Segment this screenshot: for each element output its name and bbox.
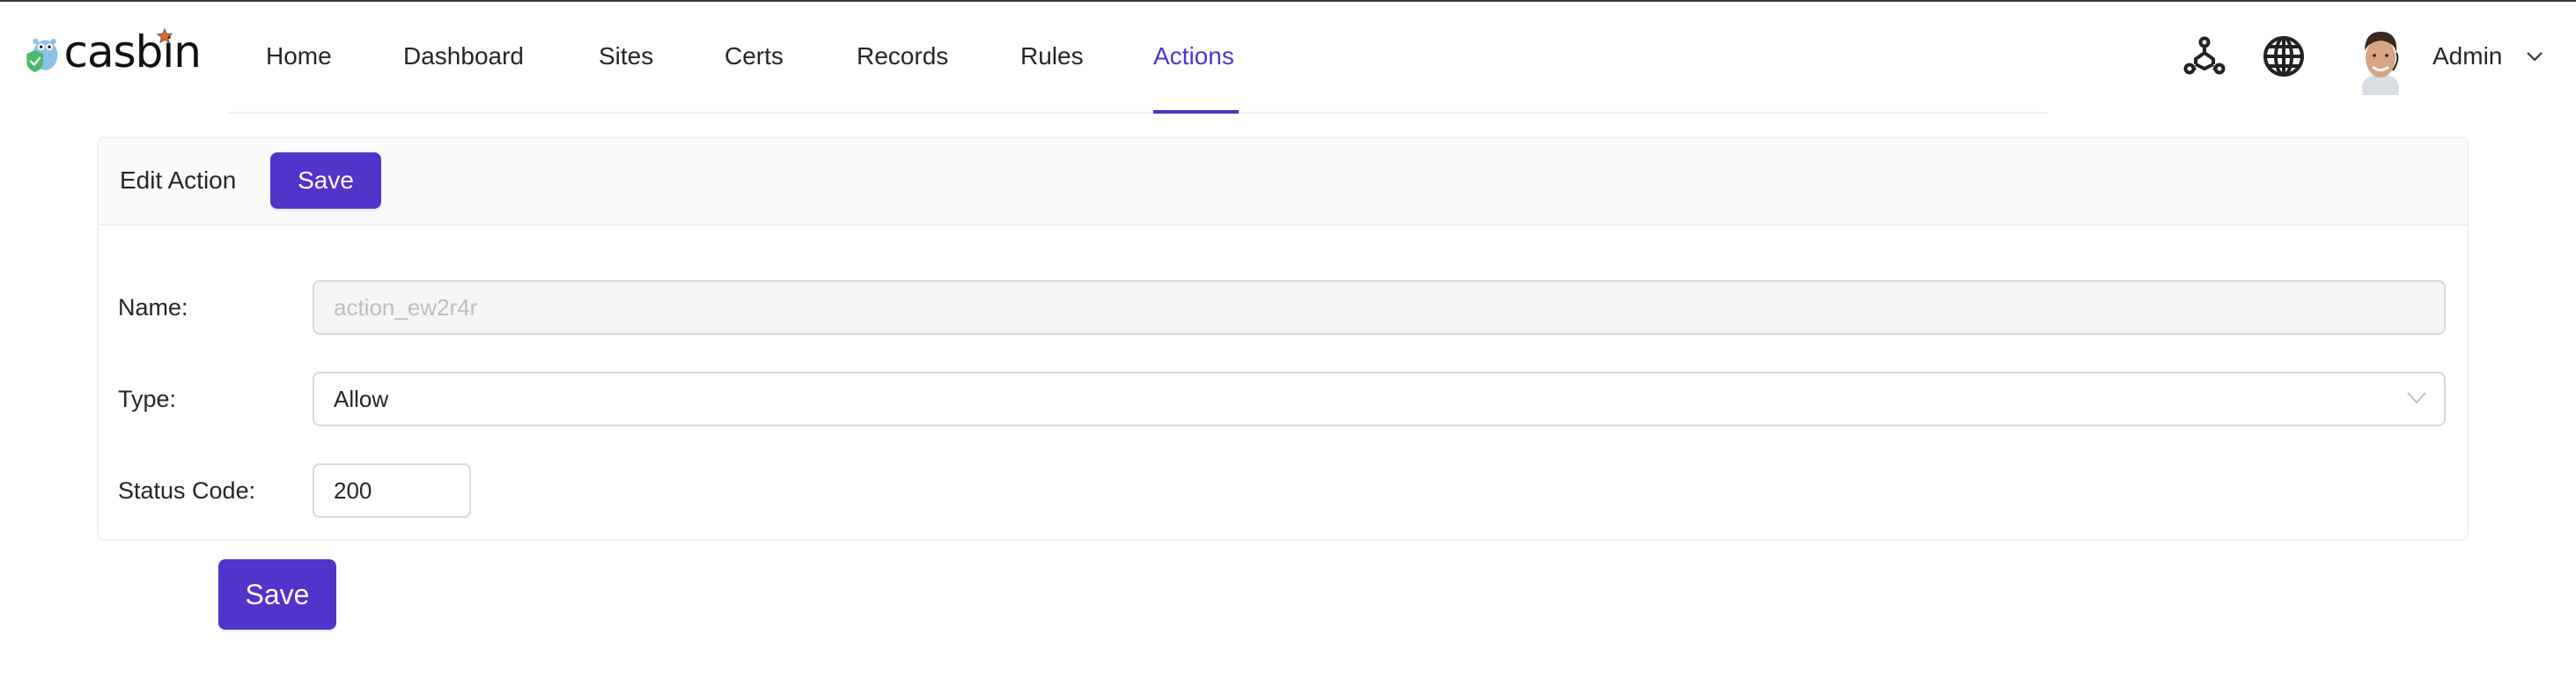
- card-header: Edit Action Save: [99, 138, 2467, 225]
- nav-home[interactable]: Home: [266, 41, 332, 72]
- user-name[interactable]: Admin: [2432, 41, 2502, 72]
- name-input[interactable]: action_ew2r4r: [313, 280, 2446, 335]
- name-label: Name:: [118, 294, 188, 321]
- chevron-down-icon: [2407, 392, 2426, 404]
- status-code-label: Status Code:: [118, 477, 256, 504]
- nav-active-indicator: [1153, 110, 1239, 114]
- type-label: Type:: [118, 386, 177, 412]
- star-icon: [157, 28, 173, 44]
- type-select-value: Allow: [334, 386, 389, 412]
- window-top-border: [0, 0, 2576, 2]
- status-code-input[interactable]: 200: [313, 463, 471, 518]
- network-icon[interactable]: [2183, 35, 2226, 78]
- logo-text: casbin: [63, 26, 202, 78]
- nav-records[interactable]: Records: [857, 41, 948, 72]
- globe-icon[interactable]: [2263, 35, 2305, 78]
- nav-divider: [229, 112, 2047, 114]
- logo[interactable]: casbin: [25, 26, 202, 81]
- nav-actions[interactable]: Actions: [1153, 41, 1234, 72]
- save-button[interactable]: Save: [218, 559, 336, 630]
- nav-certs[interactable]: Certs: [725, 41, 784, 72]
- avatar[interactable]: [2356, 26, 2405, 95]
- nav-rules[interactable]: Rules: [1020, 41, 1084, 72]
- save-button-header[interactable]: Save: [270, 152, 381, 209]
- nav-sites[interactable]: Sites: [599, 41, 653, 72]
- type-select[interactable]: Allow: [313, 372, 2446, 426]
- casbin-logo-icon: [26, 38, 58, 73]
- chevron-down-icon[interactable]: [2526, 49, 2543, 63]
- card-title: Edit Action: [120, 166, 237, 194]
- nav-dashboard[interactable]: Dashboard: [403, 41, 524, 72]
